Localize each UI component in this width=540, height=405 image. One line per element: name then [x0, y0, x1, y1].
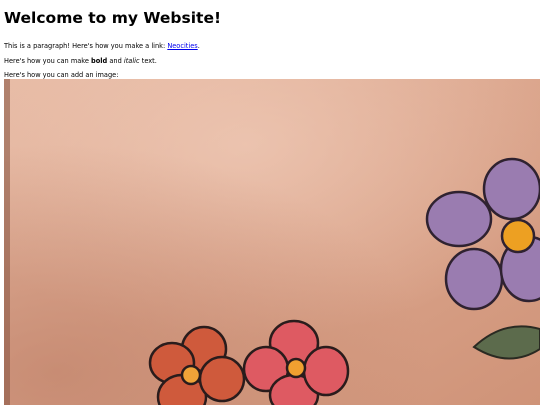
paragraph-link-prefix: This is a paragraph! Here's how you make…	[4, 42, 168, 50]
purple-petal-bottom-left	[444, 247, 504, 311]
page-title: Welcome to my Website!	[4, 9, 222, 27]
tattoo-image	[4, 79, 540, 405]
bold-text: bold	[91, 57, 108, 65]
orange-petal-right	[198, 355, 246, 403]
paragraph-image-intro: Here's how you can add an image:	[4, 71, 119, 79]
paragraph-link-suffix: .	[197, 42, 200, 50]
formatting-prefix: Here's how you can make	[4, 57, 92, 65]
paragraph-link: This is a paragraph! Here's how you make…	[4, 42, 536, 50]
neocities-link[interactable]: Neocities	[167, 42, 197, 50]
formatting-suffix: text.	[139, 57, 157, 65]
purple-petal-top	[482, 157, 540, 221]
purple-flower-center	[500, 218, 536, 254]
tattoo-photo	[4, 79, 540, 405]
purple-petal-left	[425, 190, 493, 248]
pink-petal-right	[302, 345, 350, 397]
pink-flower-center	[285, 357, 307, 379]
paragraph-formatting: Here's how you can make bold and italic …	[4, 57, 536, 65]
page-content: Welcome to my Website! This is a paragra…	[0, 0, 540, 79]
formatting-middle: and	[107, 57, 124, 65]
image-edge	[4, 79, 10, 405]
italic-text: italic	[123, 57, 140, 65]
orange-flower-center	[180, 364, 202, 386]
